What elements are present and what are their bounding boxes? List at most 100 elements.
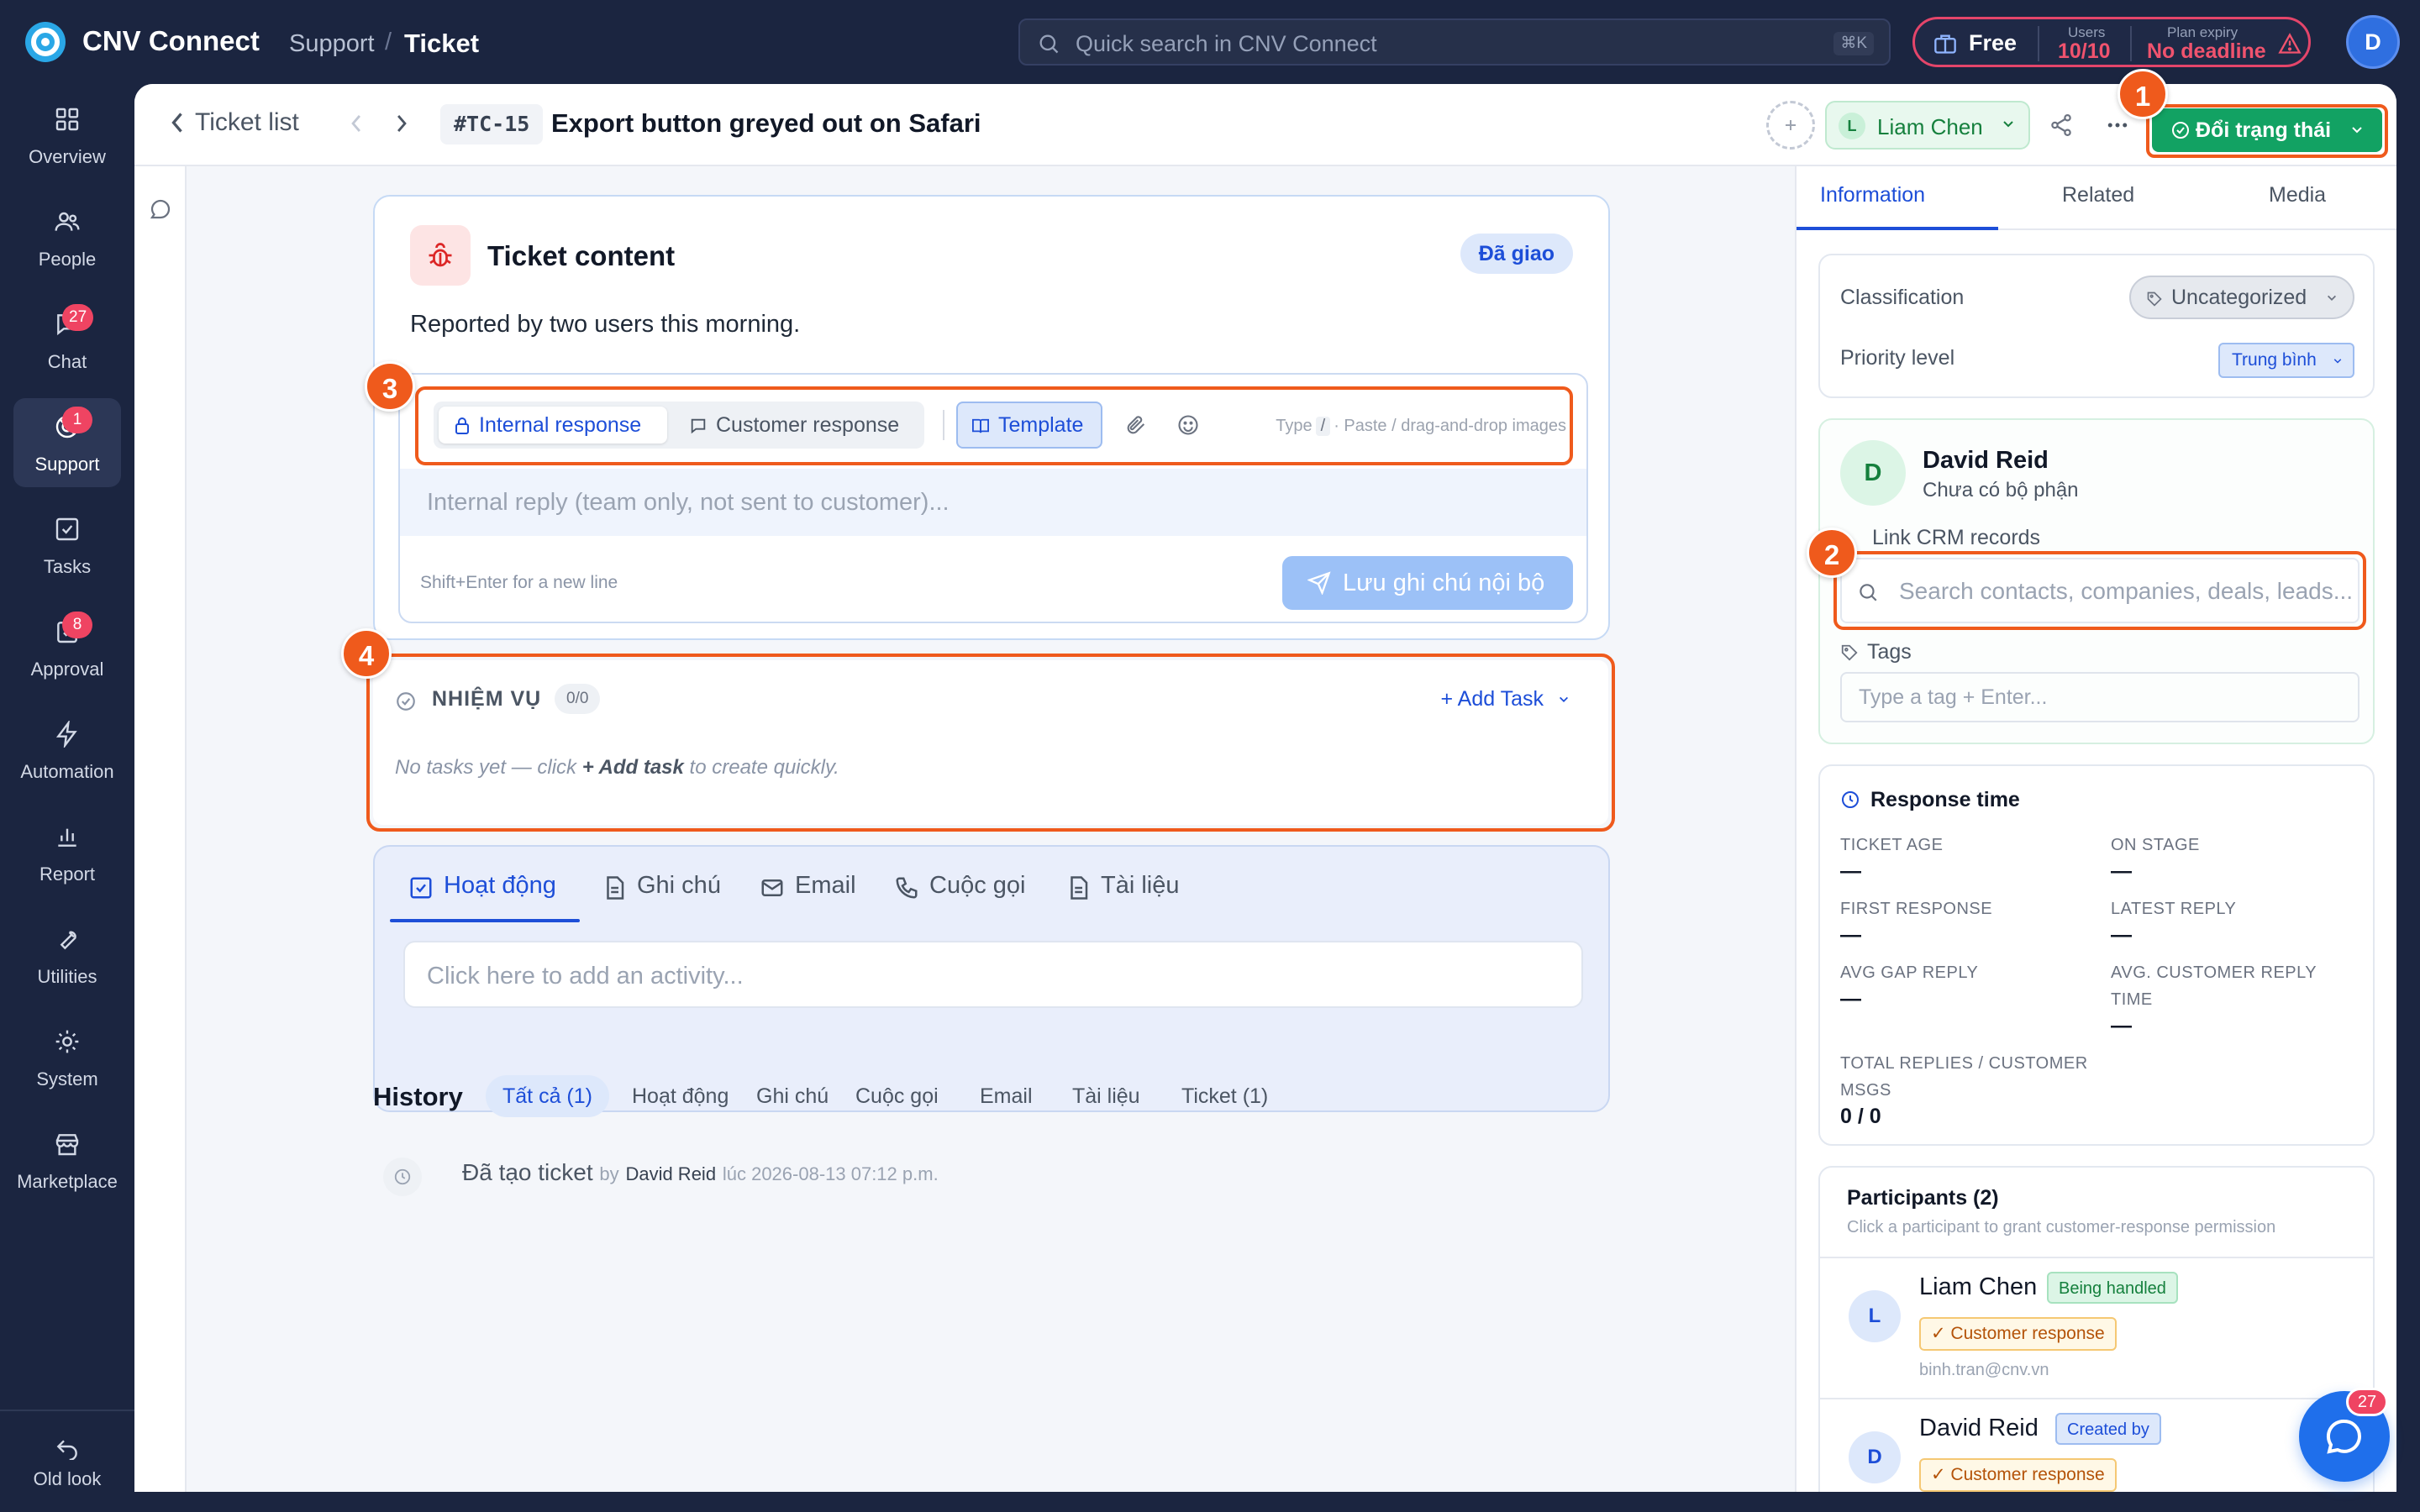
floating-chat-button[interactable]: 27 xyxy=(2299,1388,2390,1482)
plan-users-label: Users xyxy=(2068,24,2106,40)
metric-avg-customer-reply-time: AVG. CUSTOMER REPLY TIME — xyxy=(2111,963,2317,1037)
participant-permission-badge[interactable]: ✓ Customer response xyxy=(1919,1317,2117,1351)
history-filter-notes[interactable]: Ghi chú xyxy=(739,1075,845,1117)
classification-select[interactable]: Uncategorized xyxy=(2129,276,2354,319)
tab-media[interactable]: Media xyxy=(2269,183,2326,207)
chat-bubble-icon xyxy=(2326,1419,2362,1454)
user-avatar[interactable]: D xyxy=(2346,15,2400,69)
ticket-header: Ticket list #TC-15 Export button greyed … xyxy=(134,84,2396,166)
document-icon xyxy=(1071,876,1088,900)
nav-item-support[interactable]: 1 Support xyxy=(13,398,121,487)
customer-department: Chưa có bộ phận xyxy=(1923,479,2079,501)
prev-ticket-icon[interactable] xyxy=(350,113,363,134)
nav-old-look[interactable]: Old look xyxy=(13,1421,121,1510)
bug-icon xyxy=(410,225,471,286)
clock-icon xyxy=(1842,791,1859,808)
tags-input[interactable]: Type a tag + Enter... xyxy=(1840,672,2360,722)
history-filter-all[interactable]: Tất cả (1) xyxy=(486,1075,609,1117)
nav-item-overview[interactable]: Overview xyxy=(13,91,121,180)
app-logo-icon[interactable] xyxy=(25,22,66,62)
tag-icon xyxy=(2147,291,2162,307)
template-button[interactable]: Template xyxy=(956,402,1102,449)
newline-hint: Shift+Enter for a new line xyxy=(420,573,618,592)
tasks-card: NHIỆM VỤ 0/0 + Add Task No tasks yet — c… xyxy=(373,660,1608,825)
participant-permission-badge[interactable]: ✓ Customer response xyxy=(1919,1458,2117,1492)
book-icon xyxy=(972,418,989,433)
ticket-id: #TC-15 xyxy=(440,104,544,144)
activity-input[interactable]: Click here to add an activity... xyxy=(403,941,1583,1008)
wrench-icon xyxy=(54,926,81,953)
breadcrumb-section[interactable]: Support xyxy=(289,30,375,58)
metric-ticket-age: TICKET AGE — xyxy=(1840,836,1944,883)
chevron-down-icon xyxy=(2328,295,2336,301)
chat-fab-badge: 27 xyxy=(2346,1388,2388,1416)
search-placeholder: Quick search in CNV Connect xyxy=(1076,31,1377,56)
more-options-icon[interactable] xyxy=(2104,113,2131,138)
customer-name[interactable]: David Reid xyxy=(1923,447,2049,475)
crm-search-input[interactable]: Search contacts, companies, deals, leads… xyxy=(1840,558,2360,623)
nav-item-people[interactable]: People xyxy=(13,193,121,282)
plan-indicator[interactable]: Free Users 10/10 Plan expiry No deadline xyxy=(1912,17,2311,67)
nav-item-marketplace[interactable]: Marketplace xyxy=(13,1116,121,1205)
nav-item-report[interactable]: Report xyxy=(13,808,121,897)
history-filter-ticket[interactable]: Ticket (1) xyxy=(1165,1075,1285,1117)
tab-related[interactable]: Related xyxy=(2062,183,2134,207)
priority-select[interactable]: Trung bình xyxy=(2218,343,2354,378)
history-entry: Đã tạo ticket by David Reid lúc 2026-08-… xyxy=(462,1159,939,1185)
tab-internal-response[interactable]: Internal response xyxy=(439,407,667,444)
share-icon[interactable] xyxy=(2049,113,2074,138)
tab-calls[interactable]: Cuộc gọi xyxy=(894,870,1045,921)
classification-label: Classification xyxy=(1840,286,1965,309)
annotation-marker-1-top: 1 xyxy=(2118,69,2168,119)
customer-card: D David Reid Chưa có bộ phận Link CRM re… xyxy=(1818,418,2375,744)
tab-notes[interactable]: Ghi chú xyxy=(602,870,736,921)
search-shortcut: ⌘K xyxy=(1833,32,1874,55)
nav-item-approval[interactable]: 8 Approval xyxy=(13,603,121,692)
add-assignee-button[interactable] xyxy=(1766,101,1815,150)
tab-documents[interactable]: Tài liệu xyxy=(1065,870,1192,921)
history-filter-activity[interactable]: Hoạt động xyxy=(615,1075,745,1117)
nav-item-automation[interactable]: Automation xyxy=(13,706,121,795)
history-filter-email[interactable]: Email xyxy=(963,1075,1050,1117)
search-icon xyxy=(1860,584,1877,601)
attachment-icon[interactable] xyxy=(1124,413,1148,437)
history-filter-documents[interactable]: Tài liệu xyxy=(1055,1075,1157,1117)
history-title: History xyxy=(373,1082,463,1111)
history-filter-calls[interactable]: Cuộc gọi xyxy=(839,1075,955,1117)
participant-avatar[interactable]: D xyxy=(1849,1431,1901,1483)
assignee-avatar: L xyxy=(1839,113,1865,139)
internal-reply-input[interactable]: Internal reply (team only, not sent to c… xyxy=(400,469,1586,536)
plan-expiry-value: No deadline xyxy=(2147,39,2266,63)
participant-avatar[interactable]: L xyxy=(1849,1290,1901,1342)
participant-name[interactable]: David Reid xyxy=(1919,1415,2039,1442)
global-search[interactable]: Quick search in CNV Connect ⌘K xyxy=(1018,18,1891,66)
gear-icon xyxy=(54,1028,81,1055)
annotation-marker-4: 4 xyxy=(341,628,392,679)
nav-item-utilities[interactable]: Utilities xyxy=(13,911,121,1000)
nav-item-chat[interactable]: 27 Chat xyxy=(13,296,121,385)
tab-information[interactable]: Information xyxy=(1820,183,1925,207)
priority-label: Priority level xyxy=(1840,346,1955,370)
people-icon xyxy=(54,208,81,235)
tab-customer-response[interactable]: Customer response xyxy=(676,407,919,444)
add-task-button[interactable]: + Add Task xyxy=(1440,687,1570,711)
nav-item-system[interactable]: System xyxy=(13,1013,121,1102)
nav-item-tasks[interactable]: Tasks xyxy=(13,501,121,590)
ticket-content-card: Ticket content Đã giao Reported by two u… xyxy=(373,195,1610,640)
emoji-icon[interactable] xyxy=(1176,413,1200,437)
left-nav: Overview People 27 Chat 1 Support Tasks … xyxy=(0,84,134,1512)
activity-card: Hoạt động Ghi chú Email Cuộc gọi Tài liệ… xyxy=(373,845,1610,1112)
right-panel: Information Related Media Classification… xyxy=(1795,166,2396,1492)
reply-editor: Internal response Customer response Temp… xyxy=(398,373,1588,623)
participant-name[interactable]: Liam Chen xyxy=(1919,1273,2037,1301)
save-internal-note-button[interactable]: Lưu ghi chú nội bộ xyxy=(1282,556,1573,610)
change-status-button[interactable]: Đổi trạng thái xyxy=(2152,108,2382,152)
tab-activity[interactable]: Hoạt động xyxy=(408,870,576,921)
assignee-selector[interactable]: L Liam Chen xyxy=(1825,101,2030,150)
tasks-count: 0/0 xyxy=(555,684,601,714)
comment-icon[interactable] xyxy=(148,197,173,222)
tab-email[interactable]: Email xyxy=(760,870,877,921)
plus-icon xyxy=(1786,120,1796,130)
participant-role-badge: Being handled xyxy=(2047,1272,2178,1304)
next-ticket-icon[interactable] xyxy=(395,113,408,134)
